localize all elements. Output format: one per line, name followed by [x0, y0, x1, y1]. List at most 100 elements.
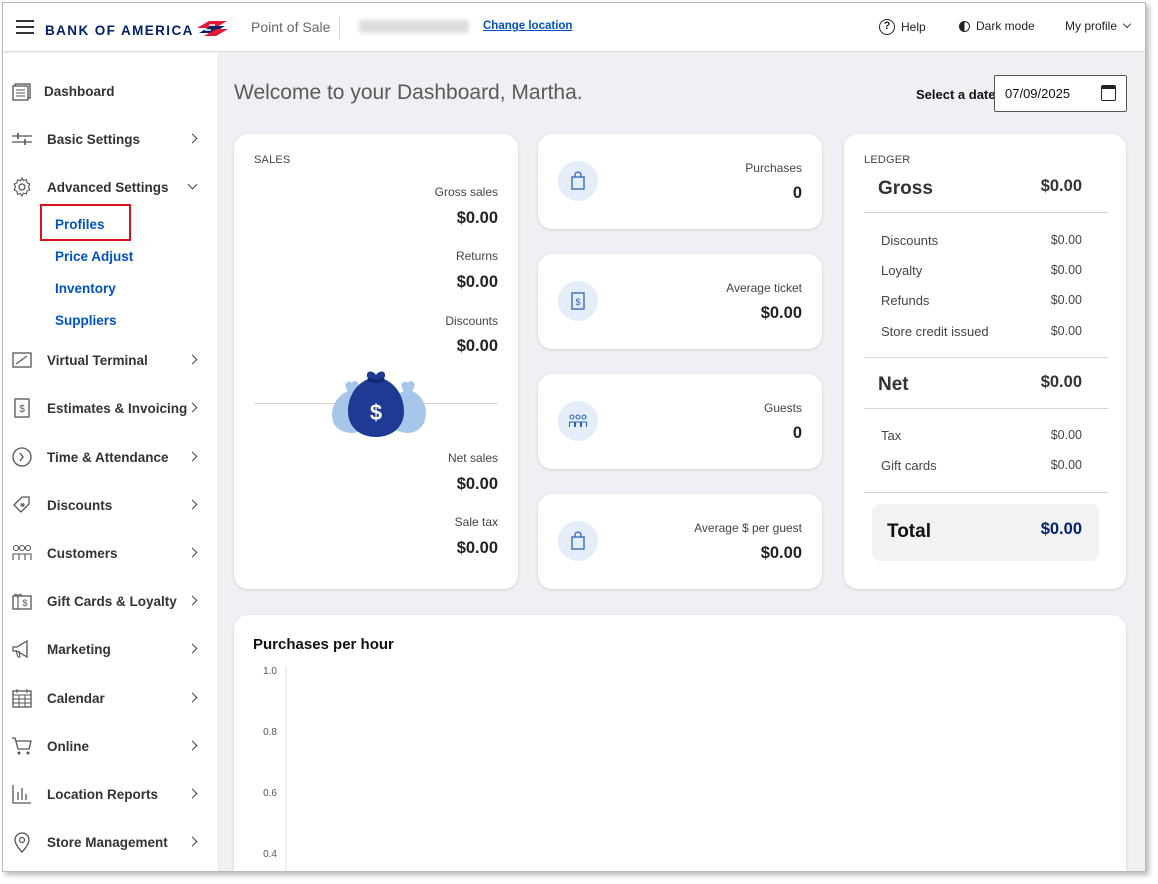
app-name: Point of Sale	[251, 19, 331, 35]
receipt-icon: $	[558, 281, 598, 321]
my-profile-dropdown[interactable]: My profile	[1065, 19, 1132, 33]
customers-icon	[12, 544, 32, 560]
header-divider	[339, 17, 340, 39]
chevron-right-icon	[187, 836, 198, 847]
help-button[interactable]: ? Help	[879, 19, 926, 35]
ledger-tax-label: Tax	[881, 428, 902, 443]
submenu-price-adjust[interactable]: Price Adjust	[55, 249, 133, 264]
change-location-link[interactable]: Change location	[483, 20, 572, 32]
submenu-inventory[interactable]: Inventory	[55, 281, 116, 296]
sidebar-item-dashboard[interactable]: Dashboard	[3, 78, 219, 106]
chart-y-tick-label: 0.8	[263, 727, 277, 738]
sidebar-item-label: Store Management	[47, 835, 168, 850]
chevron-down-icon	[187, 179, 198, 190]
sidebar-item-label: Calendar	[47, 691, 105, 706]
bank-flag-logo	[197, 21, 228, 36]
purchases-card: Purchases 0	[538, 134, 822, 229]
ledger-discounts-value: $0.00	[1050, 233, 1082, 247]
dashboard-icon	[12, 83, 31, 101]
gift-card-icon: $	[12, 593, 32, 610]
submenu-profiles[interactable]: Profiles	[55, 217, 105, 232]
cart-icon	[12, 737, 32, 755]
ledger-net-label: Net	[878, 374, 909, 395]
sale-tax-value: $0.00	[456, 539, 498, 557]
chevron-right-icon	[187, 547, 198, 558]
invoice-icon: $	[14, 398, 30, 418]
gross-sales-value: $0.00	[456, 209, 498, 227]
sidebar-item-label: Marketing	[47, 642, 111, 657]
sidebar-item-calendar[interactable]: Calendar	[3, 685, 219, 713]
brand-logo-text: BANK OF AMERICA	[45, 23, 194, 38]
sales-card: SALES Gross sales $0.00 Returns $0.00 Di…	[234, 134, 518, 589]
chevron-right-icon	[187, 402, 198, 413]
chart-y-tick-label: 0.6	[263, 788, 277, 799]
average-ticket-value: $0.00	[760, 304, 802, 322]
dark-mode-button[interactable]: Dark mode	[959, 19, 1035, 33]
ledger-store-credit-label: Store credit issued	[881, 324, 989, 339]
ledger-tax-value: $0.00	[1050, 428, 1082, 442]
sidebar-item-online[interactable]: Online	[3, 733, 219, 761]
discounts-label: Discounts	[445, 314, 498, 328]
bar-chart-icon	[12, 785, 31, 804]
chart-y-tick-label: 1.0	[263, 666, 277, 677]
sliders-icon	[12, 133, 32, 145]
sidebar-item-estimates-invoicing[interactable]: $ Estimates & Invoicing	[3, 395, 219, 423]
submenu-suppliers[interactable]: Suppliers	[55, 313, 117, 328]
ledger-loyalty-value: $0.00	[1050, 263, 1082, 277]
sidebar-item-marketing[interactable]: Marketing	[3, 636, 219, 664]
shopping-bag-icon	[558, 521, 598, 561]
sidebar-item-label: Basic Settings	[47, 132, 141, 147]
sidebar-item-time-attendance[interactable]: Time & Attendance	[3, 444, 219, 472]
ledger-gross-value: $0.00	[1040, 177, 1082, 195]
sidebar-item-label: Advanced Settings	[47, 180, 169, 195]
average-per-guest-label: Average $ per guest	[694, 521, 802, 535]
svg-text:$: $	[575, 297, 580, 307]
gear-icon	[13, 176, 31, 198]
ledger-gross-label: Gross	[878, 178, 933, 199]
ledger-card-title: LEDGER	[864, 154, 911, 166]
chevron-right-icon	[187, 499, 198, 510]
chevron-right-icon	[187, 788, 198, 799]
calendar-icon	[12, 689, 32, 708]
sidebar-item-location-reports[interactable]: Location Reports	[3, 781, 219, 809]
ledger-total-value: $0.00	[1040, 520, 1082, 538]
discount-tag-icon	[13, 496, 30, 513]
sidebar-item-store-management[interactable]: Store Management	[3, 829, 219, 857]
average-ticket-label: Average ticket	[726, 281, 802, 295]
terminal-icon	[12, 352, 32, 368]
sidebar-item-gift-cards-loyalty[interactable]: $ Gift Cards & Loyalty	[3, 588, 219, 616]
shopping-bag-icon	[558, 161, 598, 201]
ledger-gift-cards-value: $0.00	[1050, 458, 1082, 472]
calendar-picker-icon[interactable]	[1101, 85, 1116, 101]
hamburger-menu-icon[interactable]	[16, 20, 34, 34]
location-pin-icon	[14, 832, 30, 853]
app-window: BANK OF AMERICA Point of Sale Change loc…	[2, 2, 1146, 872]
guests-icon	[558, 401, 598, 441]
chevron-right-icon	[187, 643, 198, 654]
sidebar-item-basic-settings[interactable]: Basic Settings	[3, 126, 219, 154]
sidebar-item-label: Dashboard	[44, 84, 115, 99]
ledger-total-box: Total $0.00	[872, 504, 1099, 561]
money-bag-icon: $	[332, 371, 426, 437]
sidebar-item-label: Estimates & Invoicing	[47, 401, 188, 416]
returns-label: Returns	[455, 249, 498, 263]
sidebar-item-label: Virtual Terminal	[47, 353, 148, 368]
dark-mode-icon	[959, 20, 970, 32]
chevron-right-icon	[187, 740, 198, 751]
sidebar-item-label: Time & Attendance	[47, 450, 169, 465]
sidebar-item-discounts[interactable]: Discounts	[3, 492, 219, 520]
chart-y-tick-label: 0.4	[263, 849, 277, 860]
ledger-divider	[864, 492, 1108, 493]
chevron-right-icon	[187, 354, 198, 365]
guests-card: Guests 0	[538, 374, 822, 469]
blurred-location-name	[359, 20, 469, 33]
sidebar-item-customers[interactable]: Customers	[3, 540, 219, 568]
chevron-right-icon	[187, 133, 198, 144]
discounts-value: $0.00	[456, 337, 498, 355]
sidebar-item-advanced-settings[interactable]: Advanced Settings	[3, 174, 219, 202]
sidebar-item-virtual-terminal[interactable]: Virtual Terminal	[3, 347, 219, 375]
svg-text:$: $	[19, 404, 25, 415]
ledger-net-value: $0.00	[1040, 373, 1082, 391]
sidebar-item-label: Online	[47, 739, 90, 754]
average-per-guest-card: Average $ per guest $0.00	[538, 494, 822, 589]
